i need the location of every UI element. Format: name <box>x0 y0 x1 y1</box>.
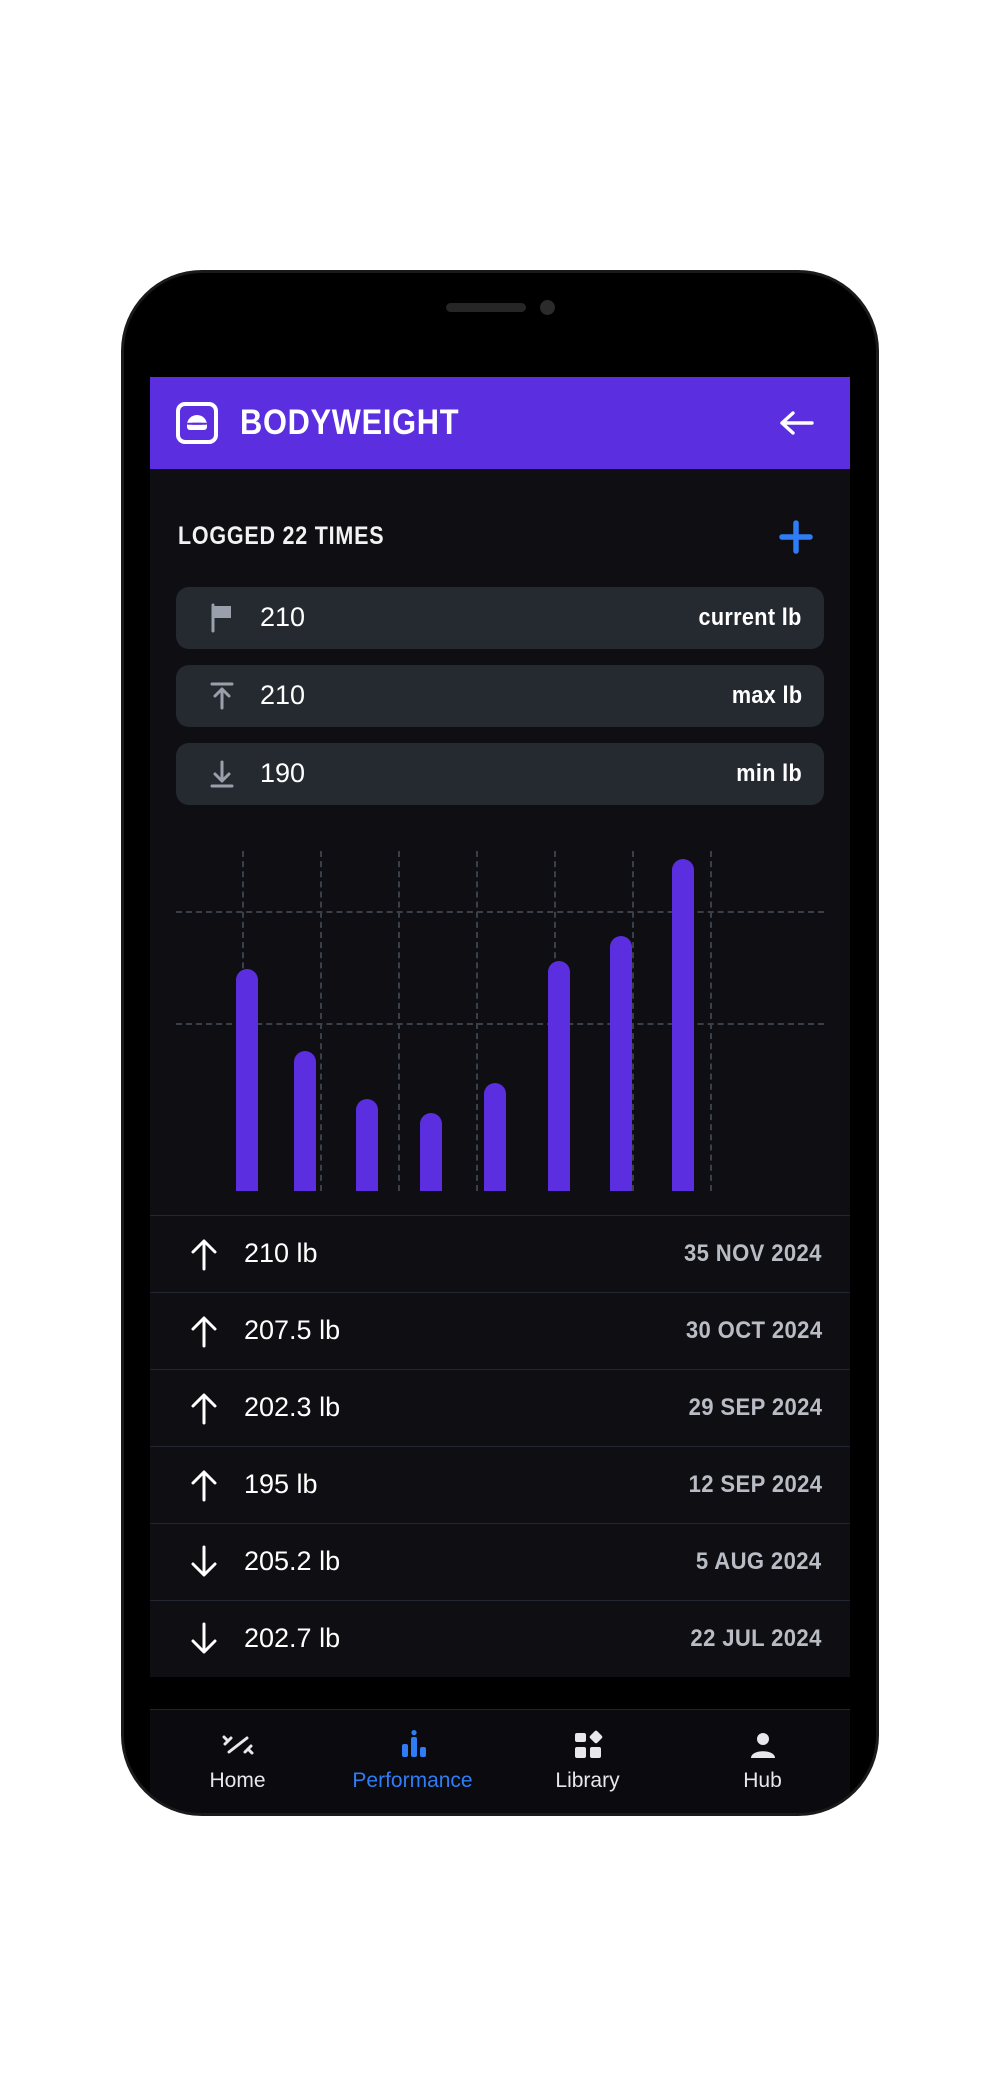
history-row[interactable]: 202.7 lb 22 JUL 2024 <box>150 1601 850 1677</box>
chart-bar[interactable] <box>672 859 694 1191</box>
nav-item-library[interactable]: Library <box>500 1730 675 1793</box>
front-camera <box>540 300 555 315</box>
stat-label: max lb <box>731 682 802 710</box>
stat-value: 210 <box>260 680 305 711</box>
history-value: 210 lb <box>244 1238 318 1269</box>
arrow-up-icon <box>178 1467 230 1503</box>
chart-bar[interactable] <box>484 1083 506 1191</box>
stat-label: min lb <box>736 760 802 788</box>
chart-bar[interactable] <box>236 969 258 1191</box>
chart-bar[interactable] <box>294 1051 316 1191</box>
stat-value: 210 <box>260 602 305 633</box>
history-list: 210 lb 35 NOV 2024 207.5 lb 30 OCT 2024 202.… <box>150 1215 850 1677</box>
stat-cards: 210 current lb 210 max lb <box>150 587 850 805</box>
nav-item-label: Performance <box>352 1769 472 1793</box>
bottom-navigation: Home Performance Library Hub <box>150 1709 850 1813</box>
history-date: 30 OCT 2024 <box>685 1317 822 1345</box>
chart-bar[interactable] <box>356 1099 378 1191</box>
history-date: 12 SEP 2024 <box>688 1471 822 1499</box>
arrow-left-icon <box>780 410 814 436</box>
history-value: 205.2 lb <box>244 1546 340 1577</box>
chart-bar[interactable] <box>610 936 632 1191</box>
history-row[interactable]: 202.3 lb 29 SEP 2024 <box>150 1370 850 1447</box>
chart-bar[interactable] <box>420 1113 442 1191</box>
history-date: 35 NOV 2024 <box>684 1240 822 1268</box>
logged-count-label: LOGGED 22 TIMES <box>178 522 384 551</box>
nav-item-label: Library <box>555 1769 619 1793</box>
summary-row: LOGGED 22 TIMES <box>150 469 850 587</box>
arrow-down-bar-icon <box>198 759 246 789</box>
history-row[interactable]: 207.5 lb 30 OCT 2024 <box>150 1293 850 1370</box>
history-value: 202.3 lb <box>244 1392 340 1423</box>
add-entry-button[interactable] <box>770 511 822 563</box>
grid-icon <box>573 1730 603 1760</box>
history-row[interactable]: 205.2 lb 5 AUG 2024 <box>150 1524 850 1601</box>
stat-card-max[interactable]: 210 max lb <box>176 665 824 727</box>
stat-label: current lb <box>699 604 802 632</box>
history-value: 202.7 lb <box>244 1623 340 1654</box>
arrow-up-bar-icon <box>198 681 246 711</box>
bar-chart-icon <box>398 1730 428 1760</box>
back-button[interactable] <box>770 396 824 450</box>
stat-card-current[interactable]: 210 current lb <box>176 587 824 649</box>
stat-value: 190 <box>260 758 305 789</box>
phone-mockup: BODYWEIGHT LOGGED 22 TIMES <box>124 273 876 1813</box>
flag-icon <box>198 603 246 633</box>
history-row[interactable]: 195 lb 12 SEP 2024 <box>150 1447 850 1524</box>
nav-item-label: Home <box>209 1769 265 1793</box>
phone-notch <box>430 295 570 321</box>
bodyweight-bar-chart <box>176 851 824 1191</box>
scale-dial <box>187 415 207 430</box>
person-icon <box>748 1730 778 1760</box>
app-header: BODYWEIGHT <box>150 377 850 469</box>
chart-bars <box>176 851 824 1191</box>
plus-icon <box>775 516 817 558</box>
arrow-up-icon <box>178 1390 230 1426</box>
dumbbell-icon <box>221 1730 255 1760</box>
history-row[interactable]: 210 lb 35 NOV 2024 <box>150 1216 850 1293</box>
history-value: 207.5 lb <box>244 1315 340 1346</box>
nav-item-home[interactable]: Home <box>150 1730 325 1793</box>
arrow-down-icon <box>178 1544 230 1580</box>
scale-icon <box>176 402 218 444</box>
screenshot-stage: BODYWEIGHT LOGGED 22 TIMES <box>0 0 1000 2085</box>
stat-card-min[interactable]: 190 min lb <box>176 743 824 805</box>
history-date: 22 JUL 2024 <box>691 1625 822 1653</box>
arrow-up-icon <box>178 1313 230 1349</box>
nav-item-label: Hub <box>743 1769 782 1793</box>
app-screen: BODYWEIGHT LOGGED 22 TIMES <box>150 377 850 1677</box>
chart-bar[interactable] <box>548 961 570 1191</box>
arrow-down-icon <box>178 1621 230 1657</box>
nav-item-performance[interactable]: Performance <box>325 1730 500 1793</box>
earpiece-speaker <box>446 303 526 312</box>
nav-item-hub[interactable]: Hub <box>675 1730 850 1793</box>
page-title: BODYWEIGHT <box>240 403 687 443</box>
arrow-up-icon <box>178 1236 230 1272</box>
history-date: 29 SEP 2024 <box>688 1394 822 1422</box>
history-value: 195 lb <box>244 1469 318 1500</box>
history-date: 5 AUG 2024 <box>696 1548 822 1576</box>
